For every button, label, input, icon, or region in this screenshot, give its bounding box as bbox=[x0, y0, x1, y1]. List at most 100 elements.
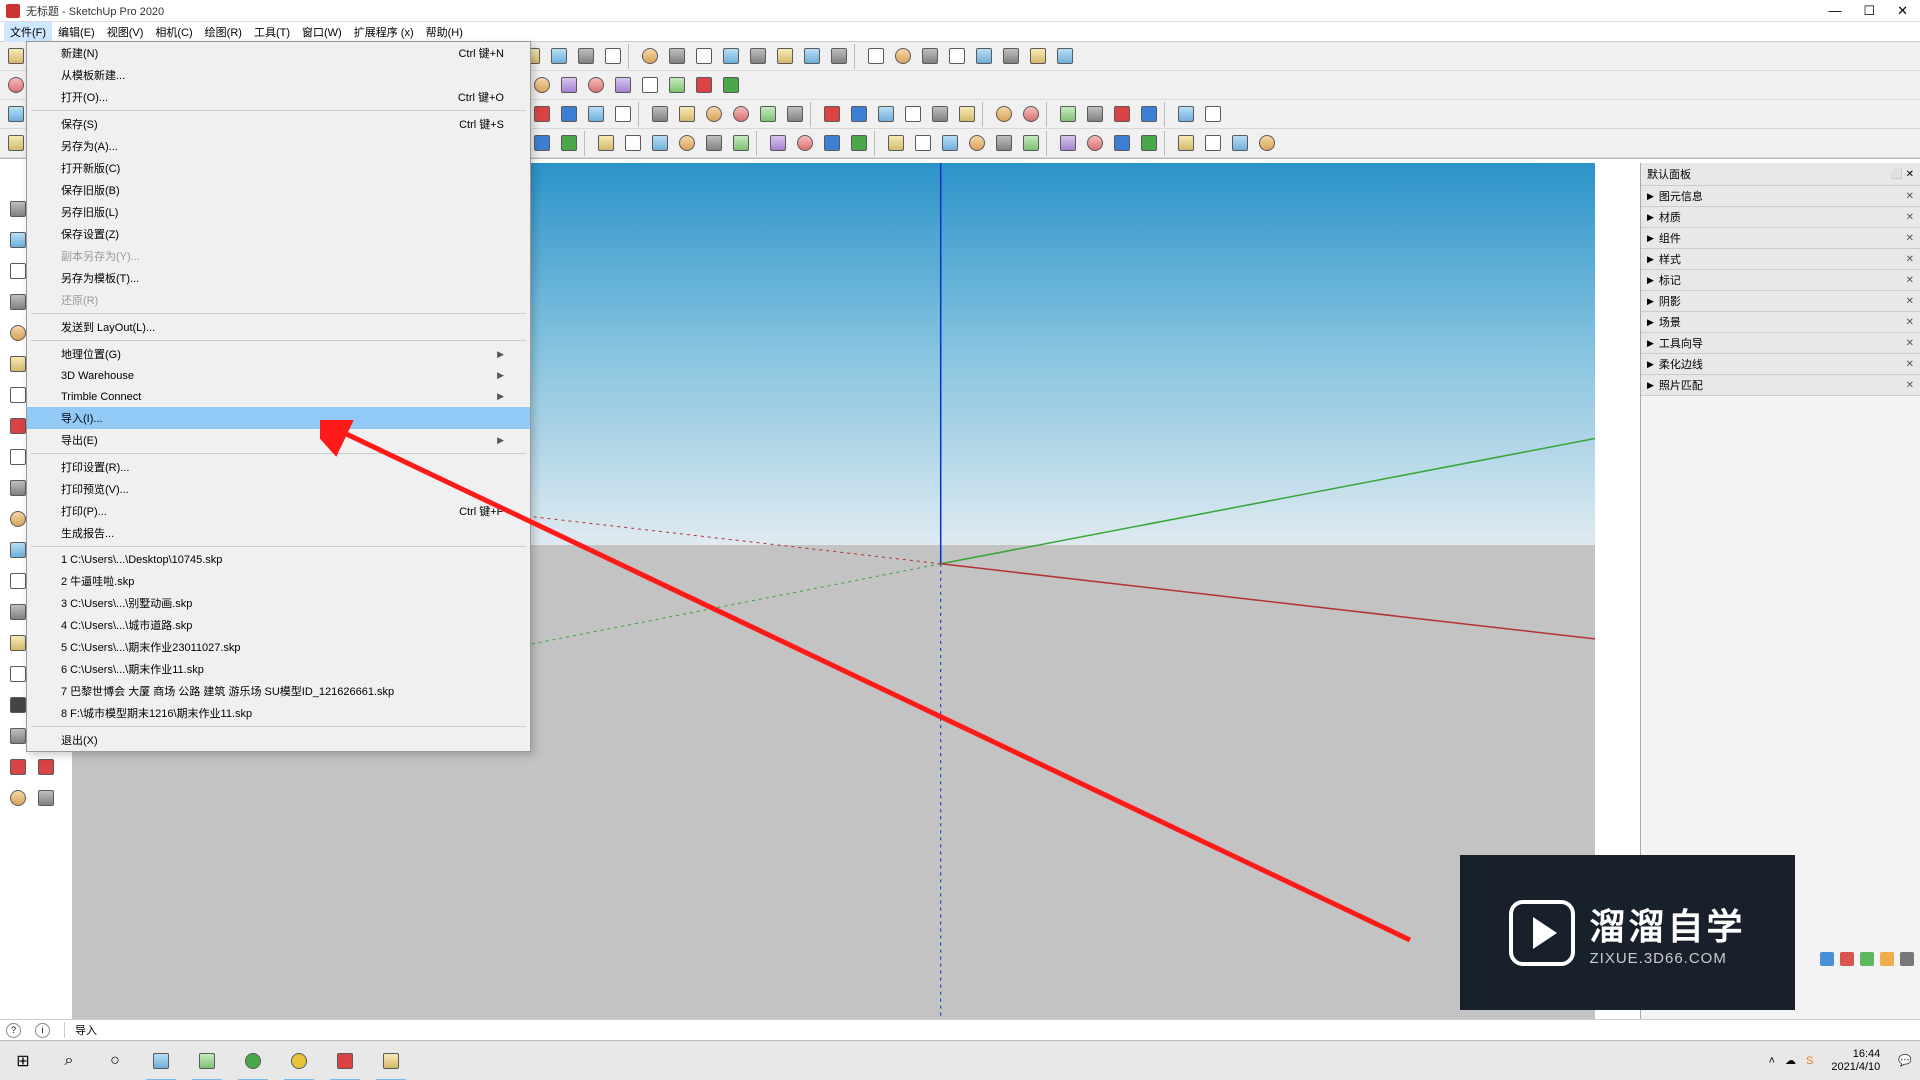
mini-icon[interactable] bbox=[1900, 952, 1914, 966]
menu-item[interactable]: 3D Warehouse▶ bbox=[27, 365, 530, 386]
close-button[interactable]: ✕ bbox=[1897, 3, 1908, 19]
tool-button[interactable] bbox=[863, 44, 888, 69]
tool-button[interactable] bbox=[991, 102, 1016, 127]
taskbar-clock[interactable]: 16:44 2021/4/10 bbox=[1823, 1048, 1888, 1072]
menu-item[interactable]: 3 C:\Users\...\别墅动画.skp bbox=[27, 592, 530, 614]
panel-close-icon[interactable]: ✕ bbox=[1906, 338, 1914, 349]
tool-button[interactable] bbox=[728, 102, 753, 127]
notifications-icon[interactable]: 💬 bbox=[1898, 1054, 1912, 1067]
panel-section-header[interactable]: ▶工具向导✕ bbox=[1641, 333, 1920, 354]
tool-button[interactable] bbox=[927, 102, 952, 127]
cortana-button[interactable]: ○ bbox=[92, 1041, 138, 1080]
tool-button[interactable] bbox=[529, 131, 554, 156]
tool-button[interactable] bbox=[998, 44, 1023, 69]
tray-header[interactable]: 默认面板 ⬜ ✕ bbox=[1641, 163, 1920, 186]
tool-button[interactable] bbox=[593, 131, 618, 156]
tool-button[interactable] bbox=[610, 102, 635, 127]
tool-button[interactable] bbox=[610, 73, 635, 98]
tool-button[interactable] bbox=[3, 131, 28, 156]
tool-button[interactable] bbox=[691, 44, 716, 69]
tool-button[interactable] bbox=[883, 131, 908, 156]
tool-button[interactable] bbox=[1136, 131, 1161, 156]
menu-item[interactable]: 发送到 LayOut(L)... bbox=[27, 316, 530, 338]
info-icon[interactable]: i bbox=[35, 1023, 50, 1038]
tool-button[interactable] bbox=[546, 44, 571, 69]
tool-button[interactable] bbox=[1227, 131, 1252, 156]
tool-button[interactable] bbox=[556, 73, 581, 98]
tool-button[interactable] bbox=[583, 102, 608, 127]
tool-button[interactable] bbox=[556, 102, 581, 127]
tool-button[interactable] bbox=[691, 73, 716, 98]
tool-button[interactable] bbox=[637, 44, 662, 69]
tool-button[interactable] bbox=[1173, 131, 1198, 156]
menu-item[interactable]: 打开新版(C) bbox=[27, 157, 530, 179]
menu-item[interactable]: 1 C:\Users\...\Desktop\10745.skp bbox=[27, 549, 530, 570]
tool-button[interactable] bbox=[890, 44, 915, 69]
tool-button[interactable] bbox=[647, 102, 672, 127]
tool-button[interactable] bbox=[529, 73, 554, 98]
search-button[interactable]: ⌕ bbox=[46, 1041, 92, 1080]
tool-button[interactable] bbox=[718, 44, 743, 69]
tool-button[interactable] bbox=[32, 784, 59, 811]
menu-item[interactable]: 打开(O)...Ctrl 键+O bbox=[27, 86, 530, 108]
tool-button[interactable] bbox=[782, 102, 807, 127]
tool-button[interactable] bbox=[846, 102, 871, 127]
menu-item[interactable]: 2 牛逼哇啦.skp bbox=[27, 570, 530, 592]
menu-item[interactable]: 窗口(W) bbox=[296, 22, 348, 42]
taskbar-app[interactable] bbox=[184, 1041, 230, 1080]
tray-icon[interactable]: ☁ bbox=[1785, 1054, 1796, 1067]
panel-section-header[interactable]: ▶图元信息✕ bbox=[1641, 186, 1920, 207]
tool-button[interactable] bbox=[954, 102, 979, 127]
tool-button[interactable] bbox=[1200, 102, 1225, 127]
panel-close-icon[interactable]: ✕ bbox=[1906, 212, 1914, 223]
tool-button[interactable] bbox=[728, 131, 753, 156]
panel-close-icon[interactable]: ✕ bbox=[1906, 191, 1914, 202]
tool-button[interactable] bbox=[573, 44, 598, 69]
tool-button[interactable] bbox=[1109, 102, 1134, 127]
tool-button[interactable] bbox=[1018, 102, 1043, 127]
mini-icon[interactable] bbox=[1860, 952, 1874, 966]
panel-close-icon[interactable]: ✕ bbox=[1906, 317, 1914, 328]
tool-button[interactable] bbox=[701, 102, 726, 127]
menu-item[interactable]: 编辑(E) bbox=[52, 22, 101, 42]
tool-button[interactable] bbox=[3, 44, 28, 69]
menu-item[interactable]: 退出(X) bbox=[27, 729, 530, 751]
tool-button[interactable] bbox=[900, 102, 925, 127]
tool-button[interactable] bbox=[1136, 102, 1161, 127]
panel-close-icon[interactable]: ✕ bbox=[1906, 254, 1914, 265]
panel-close-icon[interactable]: ✕ bbox=[1906, 296, 1914, 307]
panel-section-header[interactable]: ▶标记✕ bbox=[1641, 270, 1920, 291]
mini-icon[interactable] bbox=[1820, 952, 1834, 966]
tool-button[interactable] bbox=[1200, 131, 1225, 156]
menu-item[interactable]: 打印(P)...Ctrl 键+P bbox=[27, 500, 530, 522]
tool-button[interactable] bbox=[819, 131, 844, 156]
maximize-button[interactable]: ☐ bbox=[1863, 3, 1875, 19]
tool-button[interactable] bbox=[971, 44, 996, 69]
tool-button[interactable] bbox=[32, 753, 59, 780]
tool-button[interactable] bbox=[1082, 102, 1107, 127]
menu-item[interactable]: 视图(V) bbox=[101, 22, 150, 42]
menu-item[interactable]: 新建(N)Ctrl 键+N bbox=[27, 42, 530, 64]
tool-button[interactable] bbox=[529, 102, 554, 127]
tool-button[interactable] bbox=[600, 44, 625, 69]
tool-button[interactable] bbox=[1055, 102, 1080, 127]
mini-icon[interactable] bbox=[1880, 952, 1894, 966]
panel-section-header[interactable]: ▶场景✕ bbox=[1641, 312, 1920, 333]
tool-button[interactable] bbox=[772, 44, 797, 69]
panel-section-header[interactable]: ▶材质✕ bbox=[1641, 207, 1920, 228]
tool-button[interactable] bbox=[826, 44, 851, 69]
tool-button[interactable] bbox=[4, 784, 31, 811]
menu-item[interactable]: 打印预览(V)... bbox=[27, 478, 530, 500]
taskbar-app-sketchup[interactable] bbox=[322, 1041, 368, 1080]
tray-chevron-icon[interactable]: ˄ bbox=[1769, 1055, 1775, 1067]
menu-item[interactable]: 另存为模板(T)... bbox=[27, 267, 530, 289]
menu-item[interactable]: 生成报告... bbox=[27, 522, 530, 544]
taskbar-app[interactable] bbox=[368, 1041, 414, 1080]
tool-button[interactable] bbox=[799, 44, 824, 69]
menu-item[interactable]: 7 巴黎世博会 大厦 商场 公路 建筑 游乐场 SU模型ID_121626661… bbox=[27, 680, 530, 702]
tool-button[interactable] bbox=[755, 102, 780, 127]
tool-button[interactable] bbox=[674, 131, 699, 156]
tool-button[interactable] bbox=[556, 131, 581, 156]
taskbar-app[interactable] bbox=[276, 1041, 322, 1080]
tool-button[interactable] bbox=[583, 73, 608, 98]
